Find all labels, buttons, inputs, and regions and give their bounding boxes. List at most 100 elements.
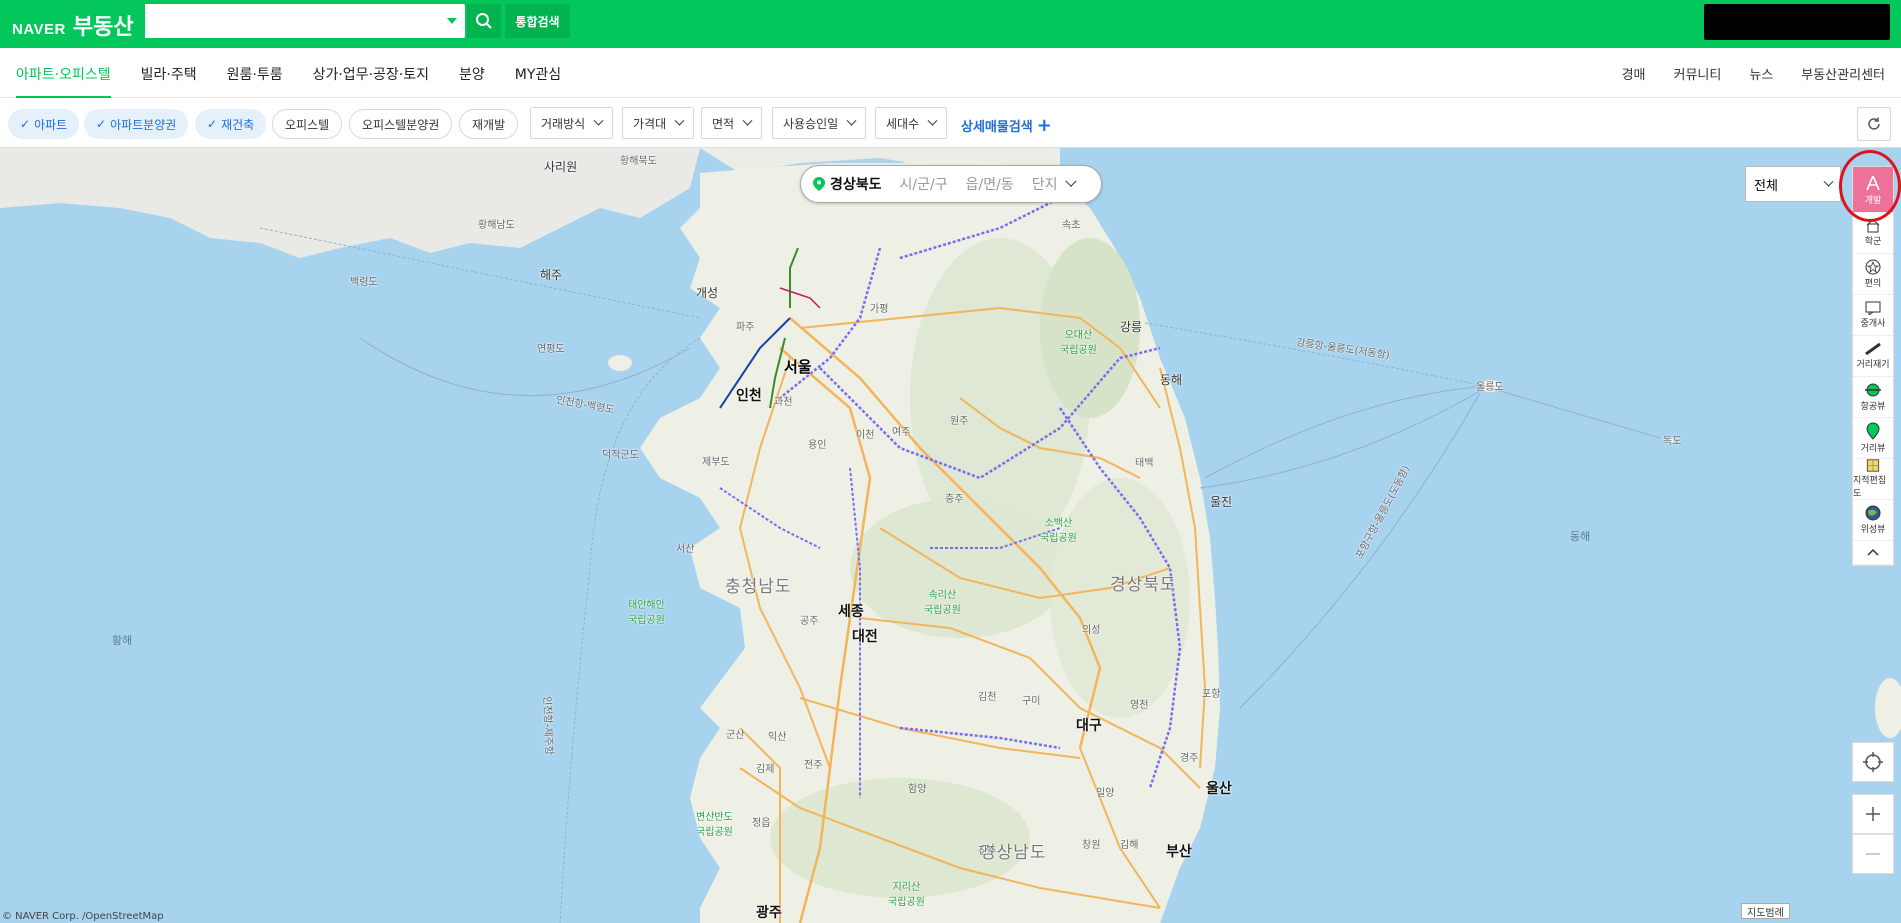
chip-officetel-presale-right[interactable]: 오피스텔분양권 [349, 109, 453, 139]
dropdown-trade-type[interactable]: 거래방식 [530, 107, 614, 139]
breadcrumb-province[interactable]: 경상북도 [830, 174, 882, 194]
map-label-daejeon: 대전 [852, 629, 878, 645]
map-label-jeonju: 전주 [804, 760, 823, 771]
current-location-button[interactable] [1852, 742, 1894, 782]
region-breadcrumb[interactable]: 경상북도 시/군/구 읍/면/동 단지 [800, 165, 1102, 203]
tab-apartment-officetel[interactable]: 아파트·오피스텔 [16, 48, 111, 98]
dropdown-label: 거래방식 [541, 116, 586, 131]
map-label-gunsan: 군산 [726, 730, 745, 741]
map-view[interactable]: 사리원 황해북도 황해남도 해주 개성 백령도 연평도 파주 가평 속초 강릉 … [0, 148, 1901, 923]
map-label-gapyeong: 가평 [870, 304, 889, 315]
tab-commercial-land[interactable]: 상가·업무·공장·토지 [313, 48, 429, 98]
dropdown-area[interactable]: 면적 [701, 107, 763, 139]
dropdown-label: 사용승인일 [783, 116, 839, 131]
map-label-gyeongju: 경주 [1180, 753, 1199, 764]
map-label-yellow-sea: 황해 [112, 634, 133, 647]
breadcrumb-complex[interactable]: 단지 [1032, 174, 1058, 194]
chevron-up-icon [1867, 548, 1879, 556]
plus-icon: + [1036, 115, 1052, 136]
tool-ruler[interactable]: 거리재기 [1853, 336, 1893, 377]
annotation-highlight-circle [1839, 150, 1901, 222]
tool-label: 학군 [1864, 237, 1882, 247]
toolbar-collapse-button[interactable] [1853, 541, 1893, 565]
map-label-uiseong: 의성 [1082, 625, 1101, 636]
map-label-deokjeok: 덕적군도 [602, 450, 639, 461]
tab-villa-house[interactable]: 빌라·주택 [141, 48, 197, 98]
chip-officetel[interactable]: 오피스텔 [272, 109, 343, 139]
map-label-jinju: 진주 [978, 846, 997, 857]
map-label-gangneung: 강릉 [1120, 320, 1143, 334]
dropdown-label: 면적 [712, 116, 735, 131]
detail-search-button[interactable]: 상세매물검색 + [961, 115, 1052, 136]
chip-redevelopment[interactable]: 재개발 [459, 109, 519, 139]
tool-aerial-view[interactable]: 항공뷰 [1853, 377, 1893, 418]
map-label-gaeseong: 개성 [696, 286, 719, 300]
map-label-gimcheon: 김천 [978, 692, 997, 703]
link-auction[interactable]: 경매 [1622, 64, 1646, 83]
tool-satellite[interactable]: 위성뷰 [1853, 500, 1893, 541]
link-news[interactable]: 뉴스 [1749, 64, 1773, 83]
map-label-sejong: 세종 [838, 604, 864, 620]
development-filter-select[interactable]: 전체 [1745, 166, 1841, 202]
map-label-dokdo: 독도 [1663, 436, 1682, 447]
map-label-jebudo: 제부도 [702, 457, 730, 468]
map-label-gimhae: 김해 [1120, 840, 1139, 851]
tool-cadastral-map[interactable]: 지적편집도 [1853, 459, 1893, 500]
map-label-yeoju: 여주 [892, 427, 911, 438]
search-input[interactable] [145, 4, 435, 38]
search-dropdown-caret-icon[interactable] [447, 18, 457, 24]
map-label-chungju: 충주 [945, 494, 964, 505]
breadcrumb-town[interactable]: 읍/면/동 [966, 174, 1014, 194]
ruler-icon [1865, 342, 1881, 356]
map-label-wonju: 원주 [950, 416, 969, 427]
tool-label: 항공뷰 [1860, 402, 1886, 412]
realty-logo-text: 부동산 [72, 15, 134, 40]
crosshair-icon [1863, 752, 1883, 772]
street-view-icon [1866, 422, 1880, 440]
zoom-out-button[interactable] [1852, 834, 1894, 874]
chevron-down-icon [674, 115, 685, 126]
redacted-user-area [1704, 4, 1890, 40]
map-label-gumi: 구미 [1022, 696, 1041, 707]
map-label-hamyang: 함양 [908, 784, 927, 795]
map-label-donghae: 동해 [1160, 373, 1183, 387]
map-label-iksan: 익산 [768, 732, 787, 743]
map-label-park-sobaeksan: 소백산 국립공원 [1040, 518, 1077, 544]
map-label-changwon: 창원 [1082, 840, 1101, 851]
tool-agent[interactable]: 중개사 [1853, 295, 1893, 336]
tab-presale[interactable]: 분양 [459, 48, 485, 98]
link-community[interactable]: 커뮤니티 [1674, 64, 1722, 83]
chevron-down-icon [927, 115, 938, 126]
dropdown-price[interactable]: 가격대 [622, 107, 695, 139]
map-label-miryang: 밀양 [1096, 788, 1115, 799]
zoom-in-button[interactable] [1852, 794, 1894, 834]
convenience-icon [1865, 259, 1881, 275]
map-label-park-songnisan: 속리산 국립공원 [924, 590, 961, 616]
map-label-incheon: 인천 [736, 388, 762, 404]
tab-oneroom-tworoom[interactable]: 원룸·투룸 [227, 48, 283, 98]
tool-street-view[interactable]: 거리뷰 [1853, 418, 1893, 459]
search-box [145, 4, 465, 38]
search-icon [476, 13, 492, 29]
map-legend-button[interactable]: 지도범례 [1741, 903, 1790, 919]
chip-apartment-presale-right[interactable]: 아파트분양권 [84, 109, 189, 139]
map-label-yeongcheon: 영천 [1130, 700, 1149, 711]
dropdown-label: 세대수 [886, 116, 920, 131]
map-label-seosan: 서산 [676, 544, 695, 555]
agent-icon [1865, 301, 1881, 315]
map-label-haeju: 해주 [540, 268, 563, 282]
breadcrumb-city[interactable]: 시/군/구 [900, 174, 948, 194]
tool-label: 중개사 [1860, 319, 1886, 329]
total-search-button[interactable]: 통합검색 [505, 4, 570, 38]
dropdown-households[interactable]: 세대수 [875, 107, 948, 139]
tab-my-interest[interactable]: MY관심 [515, 48, 561, 98]
link-agent-center[interactable]: 부동산관리센터 [1801, 64, 1885, 83]
naver-realty-logo[interactable]: NAVER 부동산 [12, 9, 134, 41]
refresh-button[interactable] [1857, 107, 1891, 141]
search-button[interactable] [467, 4, 501, 38]
tool-convenience[interactable]: 편의 [1853, 254, 1893, 295]
map-label-gwangju: 광주 [756, 905, 782, 921]
chip-reconstruction[interactable]: 재건축 [195, 109, 267, 139]
dropdown-approval-date[interactable]: 사용승인일 [772, 107, 867, 139]
chip-apartment[interactable]: 아파트 [8, 109, 80, 139]
